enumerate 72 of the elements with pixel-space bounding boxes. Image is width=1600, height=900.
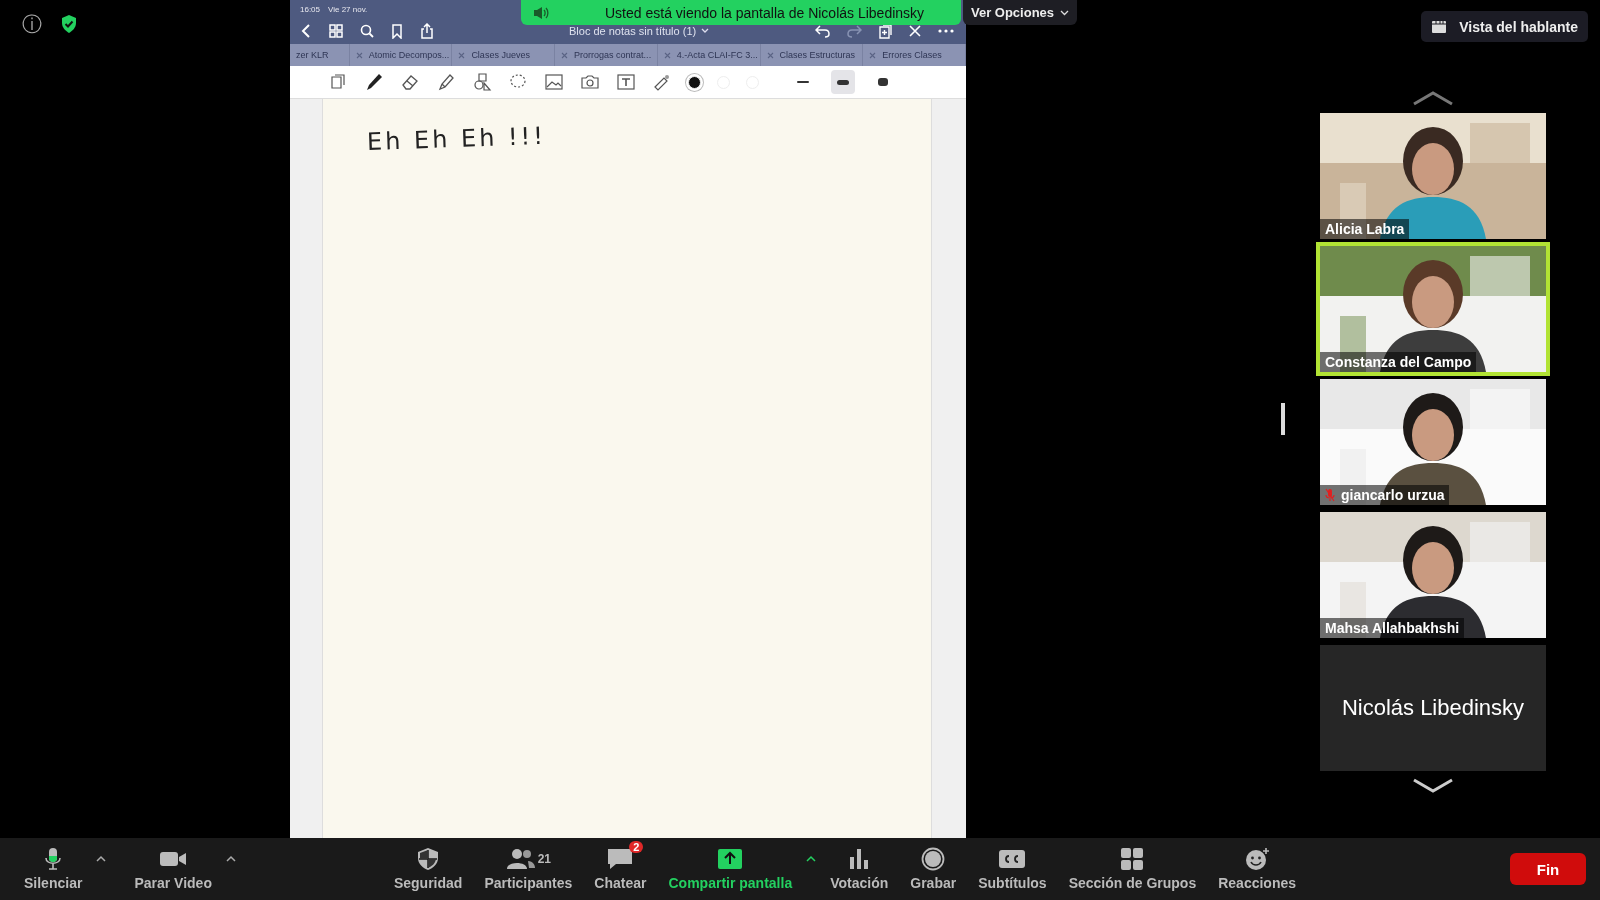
tab-label: Atomic Decompos... [368, 50, 450, 60]
view-options-button[interactable]: Ver Opciones [963, 0, 1077, 25]
shield-icon[interactable] [60, 14, 78, 34]
tab-label: Clases Estructuras [779, 50, 856, 60]
toolbar-button[interactable]: Grabar [902, 843, 965, 895]
textbox-icon[interactable] [616, 72, 636, 92]
handwritten-text: Eh Eh Eh !!! [366, 121, 547, 157]
calendar-icon [1431, 19, 1448, 34]
participant-name-text: Constanza del Campo [1325, 354, 1472, 370]
grid-icon[interactable] [329, 24, 343, 38]
caret-icon[interactable] [806, 855, 817, 862]
toolbar-button[interactable]: Votación [822, 843, 897, 895]
participant-name: Nicolás Libedinsky [1341, 695, 1525, 721]
add-page-icon[interactable] [879, 23, 892, 39]
toolbar-button[interactable]: Subtítulos [970, 843, 1055, 895]
notebook-title[interactable]: Bloc de notas sin título (1) [569, 25, 697, 37]
camera-icon[interactable] [580, 72, 600, 92]
undo-icon[interactable] [815, 24, 830, 38]
page-thumbnails-icon[interactable] [328, 72, 348, 92]
toolbar-button[interactable]: Reacciones [1210, 843, 1305, 895]
speaker-view-button[interactable]: Vista del hablante [1421, 11, 1588, 42]
caret-icon[interactable] [225, 855, 236, 862]
close-icon[interactable] [909, 25, 921, 37]
participant-name-text: Mahsa Allahbakhshi [1325, 620, 1460, 636]
muted-mic-icon [1325, 488, 1335, 502]
caret-icon[interactable] [96, 855, 107, 862]
toolbar-button[interactable]: Seguridad [385, 843, 471, 895]
redo-icon[interactable] [847, 24, 862, 38]
share-notice: Usted está viendo la pantalla de Nicolás Libedinsky [605, 4, 925, 21]
participants-icon [505, 847, 536, 871]
info-icon[interactable]: ⓘ [22, 14, 42, 34]
toolbar-button[interactable]: 21 Participantes [476, 843, 581, 895]
stroke-width-option[interactable] [831, 70, 855, 94]
back-icon[interactable] [300, 24, 312, 38]
tab-label: Clases Jueves [471, 50, 530, 60]
toolbar-button[interactable]: 2 Chatear [586, 843, 655, 895]
participant-tile[interactable]: Mahsa Allahbakhshi [1320, 512, 1546, 638]
tab-label: 4.-Acta CLAI-FC 3... [676, 50, 758, 60]
resize-handle[interactable] [1281, 403, 1285, 435]
participant-count: 21 [537, 852, 552, 866]
tab-label: Errores Clases [882, 50, 942, 60]
laser-icon[interactable] [652, 72, 672, 92]
toolbar-button[interactable]: Compartir pantalla [660, 843, 801, 895]
participant-name-text: giancarlo urzua [1341, 487, 1445, 503]
status-time: 16:05 [300, 4, 321, 14]
participant-name-text: Alicia Labra [1325, 221, 1405, 237]
scroll-down-icon[interactable] [1412, 778, 1454, 794]
pen-icon[interactable] [364, 72, 384, 92]
bookmark-icon[interactable] [391, 23, 403, 39]
scroll-up-icon[interactable] [1412, 90, 1454, 106]
image-icon[interactable] [544, 72, 564, 92]
end-meeting-button[interactable]: Fin [1510, 853, 1586, 885]
unread-badge: 2 [629, 841, 644, 853]
toolbar-button[interactable]: Sección de Grupos [1060, 843, 1205, 895]
notebook-page[interactable]: Eh Eh Eh !!! [322, 99, 932, 838]
participant-tile[interactable]: Alicia Labra [1320, 113, 1546, 239]
toolbar-button[interactable]: Silenciar [16, 843, 91, 895]
status-date: Vie 27 nov. [328, 4, 368, 14]
share-icon[interactable] [420, 23, 434, 39]
more-icon[interactable] [938, 29, 954, 33]
toolbar-button[interactable]: Parar Video [126, 843, 220, 895]
color-swatch[interactable] [688, 75, 701, 89]
participant-tile[interactable]: giancarlo urzua [1320, 379, 1546, 505]
participant-tile[interactable]: Nicolás Libedinsky [1320, 645, 1546, 771]
shapes-icon[interactable] [472, 72, 492, 92]
speaker-icon [533, 5, 549, 20]
captions-icon [997, 847, 1028, 871]
tab-label: Prorrogas contrat... [574, 50, 652, 60]
caret-icon [1060, 9, 1070, 16]
tab-label: zer KLR [296, 50, 329, 60]
search-icon[interactable] [360, 24, 374, 38]
highlighter-icon[interactable] [436, 72, 456, 92]
